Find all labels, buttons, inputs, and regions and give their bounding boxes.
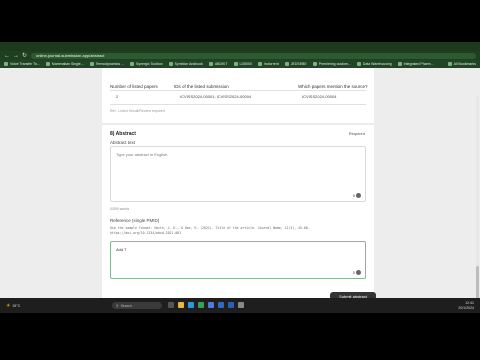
store-icon[interactable] <box>208 302 214 308</box>
browser-tabstrip <box>0 42 480 51</box>
bookmark-favicon-icon <box>356 62 361 66</box>
bookmark-favicon-icon <box>257 62 262 66</box>
abstract-card: 8) Abstract Required Abstract text Type … <box>102 125 374 313</box>
bookmarks-bar: Voice Transfer To... Mammalian Single...… <box>0 60 480 68</box>
grammar-badge[interactable]: 0 <box>353 270 361 275</box>
address-bar[interactable]: online-journal-submission.app/abstract <box>31 52 476 59</box>
table-header: Number of listed papers <box>110 84 158 89</box>
table-divider <box>110 90 366 91</box>
word-icon[interactable] <box>228 302 234 308</box>
search-icon: ⚲ <box>116 303 119 308</box>
video-letterbox-bottom <box>0 313 480 360</box>
table-cell: ICVISS2024-00001; ICVISS2024-00004 <box>180 94 252 99</box>
bookmark-favicon-icon <box>397 62 402 66</box>
settings-icon[interactable] <box>238 302 244 308</box>
bookmark-item[interactable]: Symbion Andbook <box>168 62 203 66</box>
bookmark-favicon-icon <box>4 62 8 66</box>
bookmark-item[interactable]: Premiering custom... <box>312 62 351 66</box>
bookmark-item[interactable]: Voice Transfer To... <box>4 62 40 66</box>
bookmark-favicon-icon <box>208 62 213 66</box>
bookmark-item[interactable]: Mammalian Single... <box>45 62 84 66</box>
bookmark-item[interactable]: Inotorrent <box>257 62 279 66</box>
section-title: 8) Abstract <box>110 131 136 137</box>
char-count: 0 <box>352 270 355 275</box>
word-counter: 0/300 words <box>110 207 130 211</box>
bookmark-favicon-icon <box>89 62 94 66</box>
sun-icon: ☀ <box>6 302 11 309</box>
bookmark-favicon-icon <box>233 62 238 66</box>
bookmark-item[interactable]: JEDSEBE <box>284 62 307 66</box>
mail-icon[interactable] <box>218 302 224 308</box>
chrome-icon[interactable] <box>198 302 204 308</box>
web-page: Number of listed papers IDs of the liste… <box>0 68 480 313</box>
reload-icon[interactable]: ↻ <box>22 53 27 59</box>
folder-icon <box>447 62 452 66</box>
taskbar-apps <box>168 302 244 308</box>
reference-textarea[interactable]: Add T 0 <box>110 241 366 279</box>
bookmark-item[interactable]: ABDKIT <box>208 62 228 66</box>
reference-sample: Use the sample format: Smith, J. K., & D… <box>110 226 310 230</box>
table-cell: ICVISS2024-00004 <box>302 94 337 99</box>
all-bookmarks[interactable]: All Bookmarks <box>447 62 476 66</box>
task-view-icon[interactable] <box>168 302 174 308</box>
abstract-textarea[interactable]: Type your abstract in English 0 <box>110 146 366 202</box>
table-divider <box>110 104 366 105</box>
file-explorer-icon[interactable] <box>178 302 184 308</box>
bookmark-item[interactable]: Termodynamics ... <box>89 62 124 66</box>
grammar-checker-icon[interactable] <box>356 193 361 198</box>
bookmark-item[interactable]: Integrated Pharm... <box>397 62 434 66</box>
bookmark-favicon-icon <box>312 62 317 66</box>
reference-label: Reference (single PMID) <box>110 218 160 223</box>
grammar-checker-icon[interactable] <box>356 270 361 275</box>
reference-sample-doi: https://doi.org/10.1234/abcd.2021.001 <box>110 231 182 235</box>
table-cell: 2 <box>116 94 119 99</box>
reference-value: Add T <box>116 247 127 252</box>
bookmark-favicon-icon <box>168 62 173 66</box>
forward-icon[interactable]: → <box>13 53 19 59</box>
abstract-label: Abstract text <box>110 140 136 145</box>
video-letterbox-top <box>0 0 480 42</box>
bookmark-item[interactable]: Data Warehousing <box>356 62 392 66</box>
taskbar-search[interactable]: ⚲ Search <box>112 302 162 309</box>
browser-toolbar: ← → ↻ online-journal-submission.app/abst… <box>0 51 480 60</box>
bookmark-favicon-icon <box>130 62 135 66</box>
grammar-badge[interactable]: 0 <box>353 193 361 198</box>
windows-taskbar: ☀ 26°C ⚲ Search 12:41 20/1/2024 <box>0 298 480 313</box>
edge-icon[interactable] <box>188 302 194 308</box>
bookmark-favicon-icon <box>284 62 289 66</box>
bookmark-favicon-icon <box>45 62 50 66</box>
page-scrollbar[interactable] <box>476 96 479 313</box>
system-clock[interactable]: 12:41 20/1/2024 <box>458 301 474 310</box>
weather-widget[interactable]: ☀ 26°C <box>6 303 20 309</box>
bookmark-item[interactable]: Synergic Toolbox <box>130 62 163 66</box>
url-text: online-journal-submission.app/abstract <box>36 53 105 58</box>
abstract-placeholder: Type your abstract in English <box>116 152 168 157</box>
char-count: 0 <box>352 193 355 198</box>
required-badge: Required <box>348 131 365 136</box>
desktop-screen: ← → ↻ online-journal-submission.app/abst… <box>0 42 480 313</box>
table-note: Ref.: Listed Sesult/Review required <box>110 109 165 113</box>
papers-table-card: Number of listed papers IDs of the liste… <box>102 68 374 123</box>
table-header: Which papers mention the source? <box>298 84 368 89</box>
table-header: IDs of the listed submission <box>174 84 229 89</box>
back-icon[interactable]: ← <box>4 53 10 59</box>
bookmark-item[interactable]: LD5000 <box>233 62 252 66</box>
